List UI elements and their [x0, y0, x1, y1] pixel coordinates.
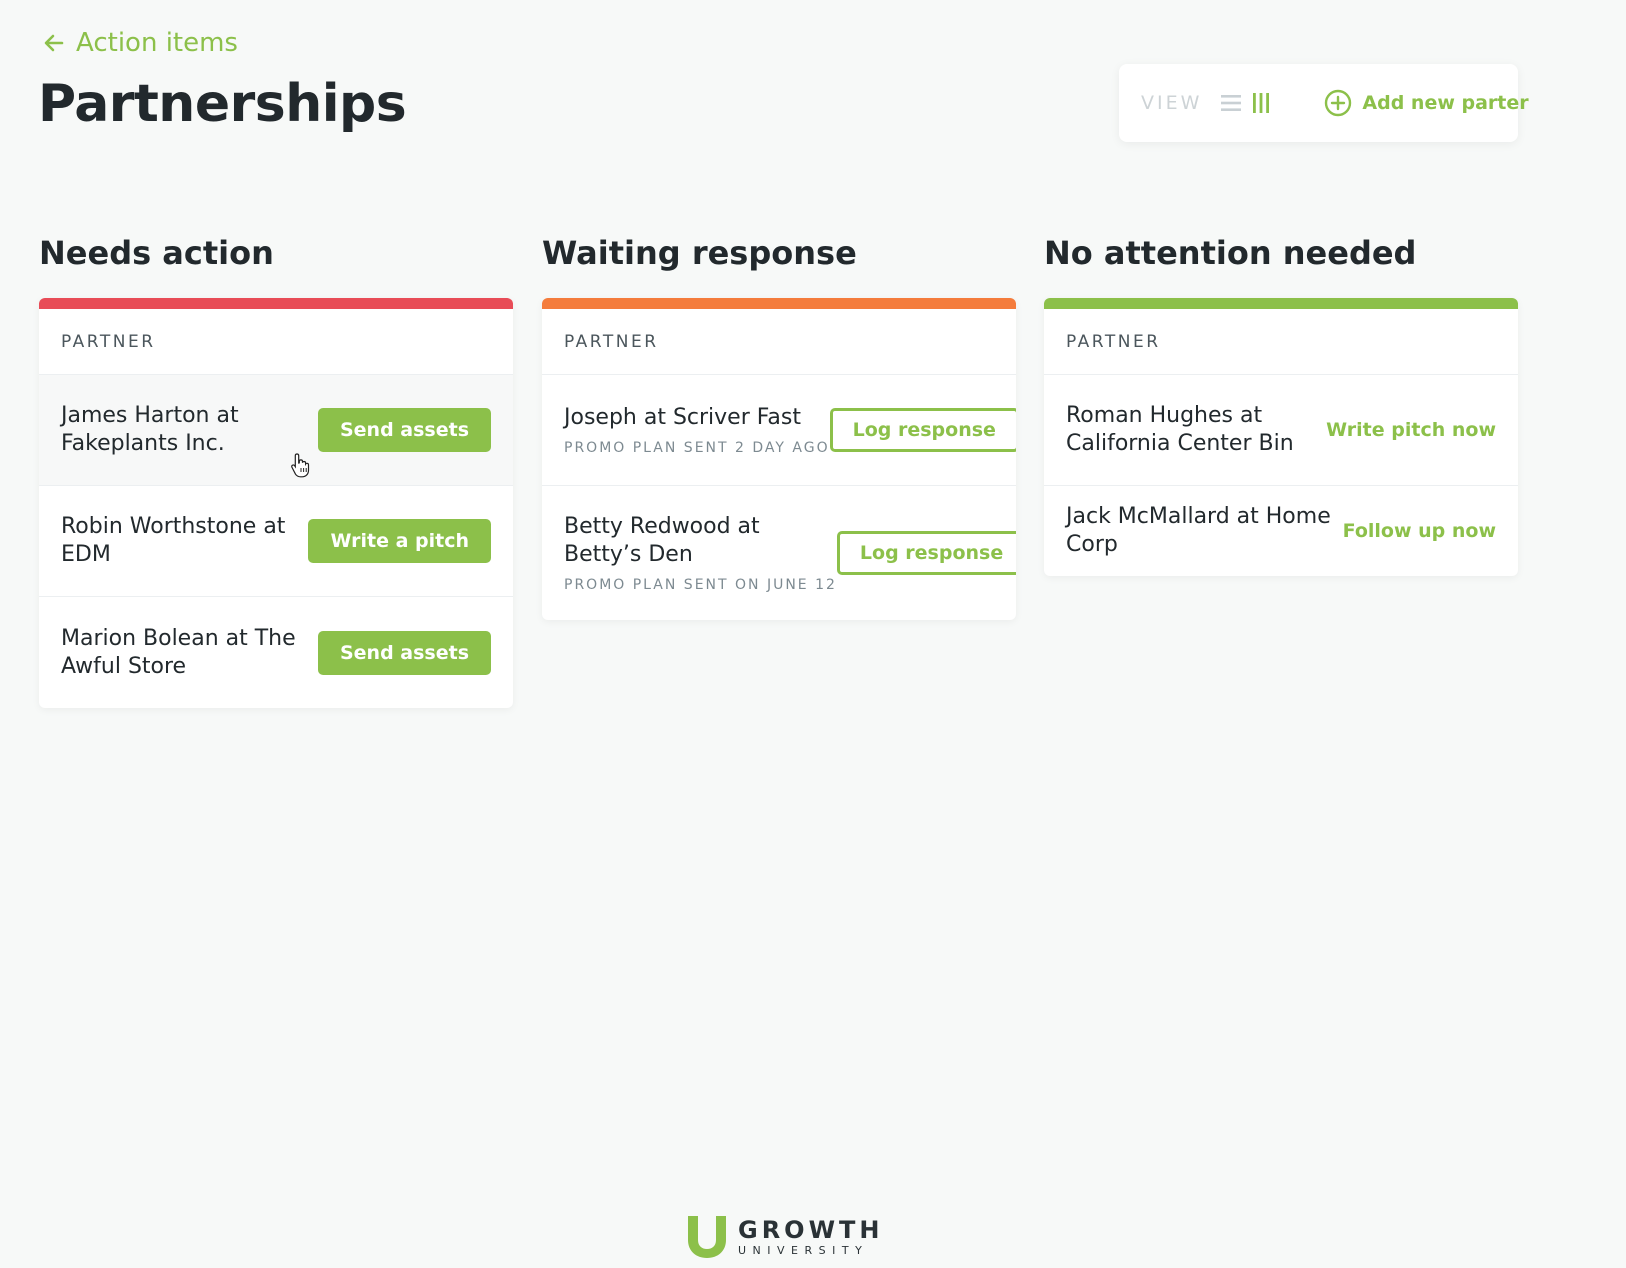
hand-cursor-icon — [291, 453, 310, 478]
partner-status: PROMO PLAN SENT ON JUNE 12 — [564, 577, 837, 593]
table-row[interactable]: Roman Hughes at California Center Bin Wr… — [1044, 375, 1518, 486]
add-partner-label: Add new parter — [1362, 92, 1529, 114]
column-title: No attention needed — [1044, 234, 1417, 272]
send-assets-button[interactable]: Send assets — [317, 408, 491, 452]
card-header: PARTNER — [542, 309, 1016, 375]
partnerships-page: Action items Partnerships VIEW Add new p… — [0, 0, 1626, 1268]
partner-name: James Harton at Fakeplants Inc. — [61, 403, 239, 456]
follow-up-now-link[interactable]: Follow up now — [1343, 520, 1496, 542]
back-link[interactable]: Action items — [42, 28, 238, 58]
send-assets-button[interactable]: Send assets — [317, 630, 491, 675]
table-row[interactable]: James Harton at Fakeplants Inc. Send ass… — [39, 375, 513, 486]
growth-university-logo: GROWTH UNIVERSITY — [686, 1214, 884, 1260]
table-row[interactable]: Jack McMallard at Home Corp Follow up no… — [1044, 486, 1518, 576]
logo-text-sub: UNIVERSITY — [738, 1243, 869, 1257]
card-header: PARTNER — [1044, 309, 1518, 375]
partner-card: PARTNER James Harton at Fakeplants Inc. … — [39, 298, 513, 708]
column-title: Waiting response — [542, 234, 857, 272]
view-label: VIEW — [1141, 92, 1203, 114]
board-view-button[interactable] — [1250, 90, 1272, 116]
partner-name: Joseph at Scriver Fast — [564, 405, 801, 430]
add-partner-button[interactable]: Add new parter — [1324, 89, 1529, 117]
list-view-button[interactable] — [1220, 90, 1242, 116]
column-needs-action: Needs action PARTNER James Harton at Fak… — [39, 234, 513, 708]
partner-name: Jack McMallard at Home Corp — [1066, 504, 1331, 557]
partner-name: Marion Bolean at The Awful Store — [61, 625, 296, 679]
write-pitch-button[interactable]: Write a pitch — [308, 519, 491, 563]
log-response-button[interactable]: Log response — [836, 531, 1016, 575]
view-toolbar: VIEW Add new parter — [1119, 64, 1529, 142]
status-bar — [542, 298, 1016, 309]
list-view-icon — [1221, 95, 1242, 111]
card-header: PARTNER — [39, 309, 513, 375]
partner-card: PARTNER Joseph at Scriver Fast PROMO PLA… — [542, 298, 1016, 620]
back-link-label: Action items — [76, 28, 238, 58]
column-title: Needs action — [39, 234, 274, 272]
partner-card: PARTNER Roman Hughes at California Cente… — [1044, 298, 1518, 576]
partner-name: Robin Worthstone at EDM — [61, 514, 286, 567]
plus-circle-icon — [1325, 89, 1352, 117]
table-row[interactable]: Joseph at Scriver Fast PROMO PLAN SENT 2… — [542, 375, 1016, 486]
table-row[interactable]: Marion Bolean at The Awful Store Send as… — [39, 597, 513, 708]
write-pitch-now-link[interactable]: Write pitch now — [1326, 419, 1496, 441]
partner-name: Betty Redwood at Betty’s Den — [564, 514, 760, 567]
status-bar — [1044, 298, 1518, 309]
partner-status: PROMO PLAN SENT 2 DAY AGO — [564, 440, 830, 456]
log-response-button[interactable]: Log response — [829, 408, 1016, 452]
partner-name: Roman Hughes at California Center Bin — [1066, 403, 1294, 456]
table-row[interactable]: Robin Worthstone at EDM Write a pitch — [39, 486, 513, 597]
column-no-attention-needed: No attention needed PARTNER Roman Hughes… — [1044, 234, 1518, 576]
table-row[interactable]: Betty Redwood at Betty’s Den PROMO PLAN … — [542, 486, 1016, 620]
partner-info: Joseph at Scriver Fast PROMO PLAN SENT 2… — [564, 404, 830, 456]
logo-text-main: GROWTH — [738, 1215, 884, 1244]
status-bar — [39, 298, 513, 309]
partner-info: Betty Redwood at Betty’s Den PROMO PLAN … — [564, 513, 837, 593]
board-view-icon — [1253, 93, 1270, 113]
logo-wordmark: GROWTH UNIVERSITY — [738, 1218, 884, 1257]
column-waiting-response: Waiting response PARTNER Joseph at Scriv… — [542, 234, 1016, 620]
page-title: Partnerships — [38, 74, 407, 134]
logo-u-mark-icon — [688, 1216, 726, 1258]
arrow-left-icon — [44, 34, 64, 52]
